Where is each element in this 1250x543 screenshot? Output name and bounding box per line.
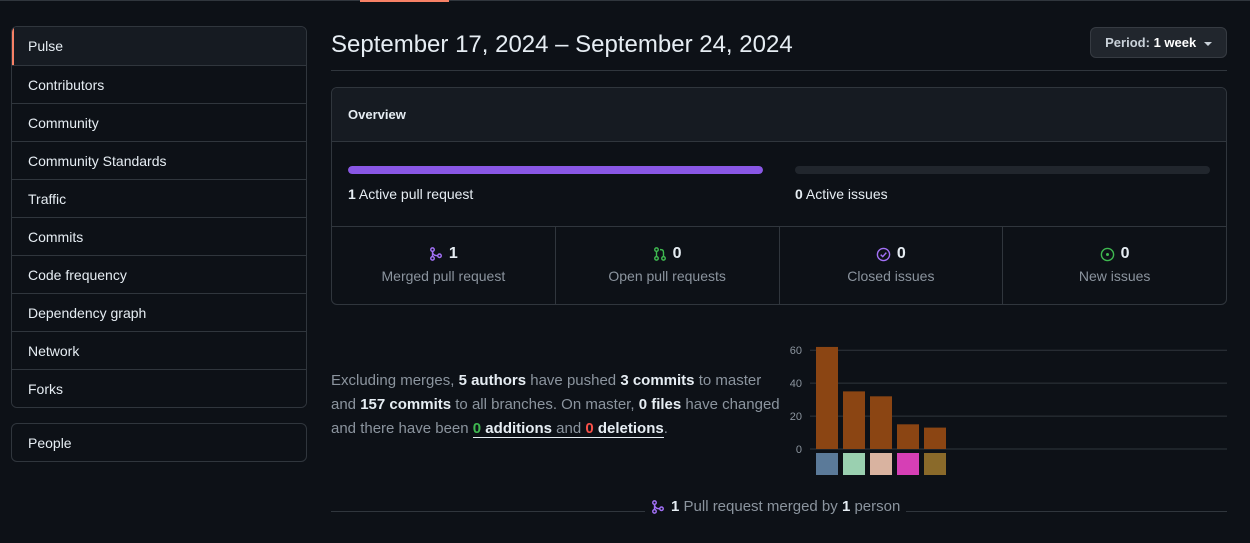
sidebar-item-contributors[interactable]: Contributors <box>12 65 306 103</box>
stat-value: 0 <box>896 245 906 262</box>
y-tick-label: 60 <box>790 345 802 357</box>
active-pull-requests-count: 1 <box>348 186 356 202</box>
chart-bar[interactable] <box>870 396 892 449</box>
active-pull-requests[interactable]: 1 Active pull request <box>348 186 473 202</box>
sidebar-item-label: Commits <box>28 229 84 245</box>
sidebar-item-label: Network <box>28 343 80 359</box>
y-tick-label: 40 <box>790 378 802 390</box>
period-value: 1 week <box>1153 35 1197 50</box>
summary-text: to all branches. On master, <box>451 396 639 413</box>
issue-closed-icon <box>876 247 891 261</box>
author-avatar[interactable] <box>897 453 919 475</box>
sidebar-item-pulse[interactable]: Pulse <box>12 27 306 65</box>
pull-request-icon <box>653 247 666 261</box>
stat-label: New issues <box>1078 268 1151 284</box>
chart-bar[interactable] <box>924 427 946 449</box>
y-tick-label: 0 <box>796 444 802 456</box>
sidebar-item-community[interactable]: Community <box>12 103 306 141</box>
chart-bar[interactable] <box>843 391 865 449</box>
merge-icon <box>652 499 664 514</box>
stat-open-pull-requests[interactable]: 0 Open pull requests <box>554 227 779 304</box>
additions-link[interactable]: 0 additions and 0 deletions <box>472 420 664 438</box>
sidebar-item-code-frequency[interactable]: Code frequency <box>12 255 306 293</box>
overview-title: Overview <box>332 88 1226 142</box>
stat-new-issues[interactable]: 0 New issues <box>1002 227 1226 304</box>
active-tab-underline <box>360 0 449 2</box>
summary-text: have pushed <box>526 372 621 389</box>
sidebar-item-network[interactable]: Network <box>12 331 306 369</box>
summary-files: 0 files <box>638 396 682 413</box>
pull-request-progress-fill <box>348 166 763 174</box>
sidebar-item-label: Dependency graph <box>28 305 147 321</box>
merged-text: person <box>850 498 901 515</box>
chart-bar[interactable] <box>897 424 919 449</box>
stat-value: 1 <box>448 245 458 262</box>
summary-authors: 5 authors <box>458 372 527 389</box>
summary-text: . <box>663 420 668 437</box>
sidebar-item-label: Community Standards <box>28 153 167 169</box>
author-commits-chart: 0 20 40 60 <box>790 345 1227 475</box>
summary-text: Excluding merges, <box>331 372 459 389</box>
stat-closed-issues[interactable]: 0 Closed issues <box>778 227 1003 304</box>
sidebar-item-commits[interactable]: Commits <box>12 217 306 255</box>
author-avatar[interactable] <box>816 453 838 475</box>
overview-progress: 1 Active pull request 0 Active issues <box>332 142 1226 227</box>
stat-merged-pull-requests[interactable]: 1 Merged pull request <box>332 227 555 304</box>
merged-pull-requests-summary: 1 Pull request merged by 1 person <box>645 498 907 515</box>
chart-bar[interactable] <box>816 346 838 449</box>
sidebar-item-community-standards[interactable]: Community Standards <box>12 141 306 179</box>
sidebar-item-label: Contributors <box>28 77 105 93</box>
sidebar-item-forks[interactable]: Forks <box>12 369 306 407</box>
overview-stats: 1 Merged pull request 0 Open pull reques… <box>332 227 1226 304</box>
period-key: Period: <box>1105 35 1150 50</box>
stat-label: Closed issues <box>847 268 935 284</box>
sidebar-item-label: People <box>28 435 72 451</box>
page-title: September 17, 2024 – September 24, 2024 <box>331 31 793 58</box>
additions-count: 0 <box>472 420 482 437</box>
stat-label: Open pull requests <box>608 268 726 284</box>
header-divider <box>331 70 1227 71</box>
summary-text: and <box>551 420 586 437</box>
sidebar-item-dependency-graph[interactable]: Dependency graph <box>12 293 306 331</box>
issues-progress-bar <box>795 166 1210 174</box>
sidebar-item-label: Traffic <box>28 191 67 207</box>
commit-summary: Excluding merges, 5 authors have pushed … <box>331 369 786 441</box>
sidebar-item-label: Pulse <box>28 38 64 54</box>
additions-word: additions <box>481 420 552 437</box>
sidebar-item-label: Code frequency <box>28 267 127 283</box>
caret-down-icon <box>1203 41 1212 46</box>
summary-commits-master: 3 commits <box>620 372 695 389</box>
pull-request-progress-bar <box>348 166 763 174</box>
active-issues-count: 0 <box>795 186 803 202</box>
sidebar-item-people[interactable]: People <box>11 423 307 462</box>
y-tick-label: 20 <box>790 411 802 423</box>
issue-opened-icon <box>1100 247 1114 261</box>
insights-sidebar: Pulse Contributors Community Community S… <box>11 26 307 408</box>
overview-box: Overview 1 Active pull request 0 Active … <box>331 87 1227 305</box>
deletions-count: 0 <box>585 420 594 437</box>
sidebar-item-label: Community <box>28 115 99 131</box>
sidebar-item-traffic[interactable]: Traffic <box>12 179 306 217</box>
stat-label: Merged pull request <box>381 268 506 284</box>
sidebar-item-label: Forks <box>28 381 63 397</box>
merged-text: Pull request merged by <box>679 498 842 515</box>
author-avatar[interactable] <box>843 453 865 475</box>
deletions-word: deletions <box>593 420 664 437</box>
top-border <box>0 0 1250 1</box>
summary-commits-all: 157 commits <box>360 396 452 413</box>
stat-value: 0 <box>672 245 682 262</box>
merge-icon <box>429 247 442 261</box>
active-pull-requests-label: Active pull request <box>358 186 474 202</box>
author-avatar[interactable] <box>870 453 892 475</box>
active-issues-label: Active issues <box>805 186 888 202</box>
period-dropdown-button[interactable]: Period: 1 week <box>1090 27 1227 58</box>
stat-value: 0 <box>1120 245 1130 262</box>
author-avatar[interactable] <box>924 453 946 475</box>
active-issues[interactable]: 0 Active issues <box>795 186 888 202</box>
